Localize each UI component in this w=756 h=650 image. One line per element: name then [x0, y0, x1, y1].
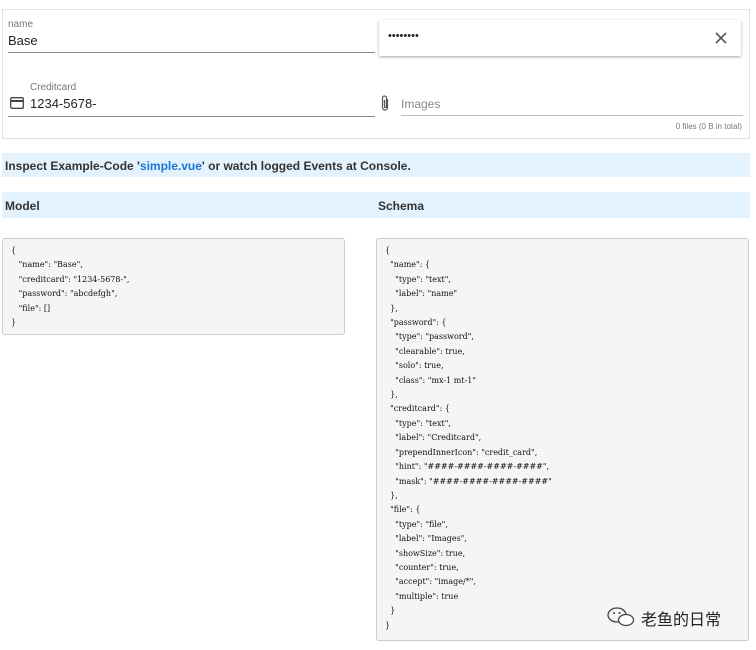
info-bar: Inspect Example-Code 'simple.vue' or wat… — [2, 153, 750, 177]
paperclip-icon[interactable] — [380, 95, 390, 112]
images-file-input[interactable]: Images — [401, 94, 743, 118]
info-suffix: ' or watch logged Events at Console. — [201, 159, 411, 173]
section-header-bar: Model Schema — [2, 192, 750, 218]
creditcard-field-label: Creditcard — [30, 82, 77, 93]
info-prefix: Inspect Example-Code ' — [5, 159, 140, 173]
images-file-underline — [401, 115, 743, 116]
watermark-text: 老鱼的日常 — [641, 612, 722, 629]
model-code: { "name": "Base", "creditcard": "1234-56… — [11, 246, 130, 328]
password-field[interactable]: •••••••• — [379, 20, 741, 56]
creditcard-field-value[interactable]: 1234-5678- — [30, 96, 97, 111]
name-field-underline — [8, 52, 375, 53]
creditcard-field-underline — [8, 116, 375, 117]
wechat-icon — [607, 607, 635, 627]
creditcard-field[interactable]: Creditcard 1234-5678- — [8, 80, 375, 118]
close-icon[interactable] — [714, 31, 728, 45]
name-field-value[interactable]: Base — [8, 33, 38, 48]
name-field-label: name — [8, 19, 34, 30]
model-code-box: { "name": "Base", "creditcard": "1234-56… — [2, 238, 345, 335]
schema-header: Schema — [378, 199, 425, 213]
example-code-link[interactable]: simple.vue — [140, 159, 202, 173]
file-counter: 0 files (0 B in total) — [675, 122, 742, 131]
model-header: Model — [5, 199, 40, 213]
credit-card-icon — [10, 97, 24, 109]
schema-code: { "name": { "type": "text", "label": "na… — [385, 246, 552, 630]
images-file-placeholder: Images — [401, 97, 441, 111]
name-field[interactable]: name Base — [8, 16, 375, 54]
info-text: Inspect Example-Code 'simple.vue' or wat… — [5, 159, 411, 173]
password-field-value[interactable]: •••••••• — [388, 30, 419, 42]
schema-code-box: { "name": { "type": "text", "label": "na… — [376, 238, 749, 641]
